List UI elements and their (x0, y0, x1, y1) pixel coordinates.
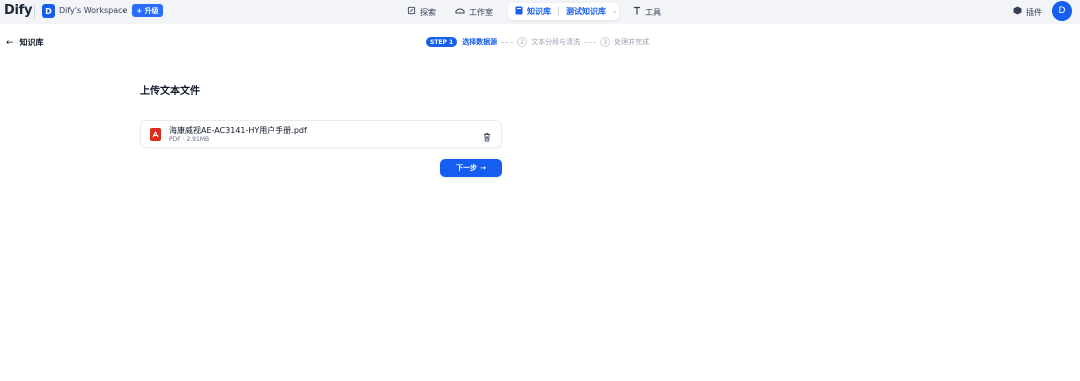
back-button[interactable]: ← 知识库 (6, 37, 44, 48)
workspace-avatar[interactable]: D (42, 4, 55, 18)
workspace-name[interactable]: Dify's Workspace (59, 6, 127, 15)
file-meta: PDF · 2.91MB (169, 136, 209, 143)
step-2-number: 2 (517, 37, 528, 47)
back-label: 知识库 (19, 38, 44, 47)
arrow-right-icon: → (480, 164, 486, 172)
plugins-button[interactable]: 插件 (1013, 6, 1042, 18)
uploaded-file-card[interactable]: 海康威视AE-AC3141-HY用户手册.pdf PDF · 2.91MB (140, 120, 502, 148)
page-title: 上传文本文件 (140, 86, 200, 97)
nav-explore-label: 探索 (420, 7, 436, 17)
dify-logo[interactable]: Dify (4, 3, 32, 18)
step-connector (501, 41, 514, 43)
file-name: 海康威视AE-AC3141-HY用户手册.pdf (169, 126, 307, 135)
next-step-button[interactable]: 下一步 → (440, 159, 502, 177)
compass-icon (407, 6, 416, 18)
upgrade-label: 升级 (144, 6, 159, 15)
nav-studio[interactable]: 工作室 (455, 5, 493, 19)
chevron-down-icon[interactable]: ⌄ (121, 6, 127, 14)
next-step-label: 下一步 (456, 164, 478, 172)
file-type: PDF (169, 136, 181, 143)
nav-explore[interactable]: 探索 (407, 5, 436, 19)
nav-knowledge[interactable]: 知识库 测试知识库 ⌄ (508, 3, 619, 20)
nav-studio-label: 工作室 (469, 7, 493, 17)
plugins-label: 插件 (1026, 7, 1042, 17)
step-1-badge: STEP 1 (426, 37, 458, 47)
current-knowledge-selector[interactable]: 测试知识库 (566, 6, 606, 17)
pdf-file-icon (150, 128, 161, 141)
step-2-label: 文本分段与清洗 (531, 38, 581, 46)
nav-tools-label: 工具 (645, 7, 661, 17)
plus-icon: + (136, 6, 145, 15)
book-icon (515, 6, 523, 18)
hammer-icon (633, 6, 641, 18)
upgrade-button[interactable]: + 升级 (132, 4, 163, 17)
nav-knowledge-label: 知识库 (527, 7, 551, 16)
top-navbar: Dify D Dify's Workspace ⌄ + 升级 探索 工作室 知识… (0, 0, 1080, 24)
nav-tools[interactable]: 工具 (633, 5, 661, 19)
step-1-label: 选择数据源 (462, 38, 498, 46)
step-indicator: STEP 1 选择数据源 2 文本分段与清洗 3 处理并完成 (426, 36, 649, 48)
step-3-label: 处理并完成 (614, 38, 650, 46)
divider (558, 7, 559, 16)
delete-file-button[interactable] (481, 128, 493, 142)
step-connector (584, 41, 597, 43)
studio-icon (455, 6, 465, 18)
file-size: 2.91MB (186, 136, 210, 143)
trash-icon (481, 128, 493, 147)
chevron-down-icon[interactable]: ⌄ (612, 8, 617, 15)
divider (34, 5, 35, 18)
step-3-number: 3 (600, 37, 611, 47)
arrow-left-icon: ← (6, 37, 14, 48)
user-avatar[interactable]: D (1052, 1, 1072, 21)
cube-icon (1013, 6, 1022, 18)
